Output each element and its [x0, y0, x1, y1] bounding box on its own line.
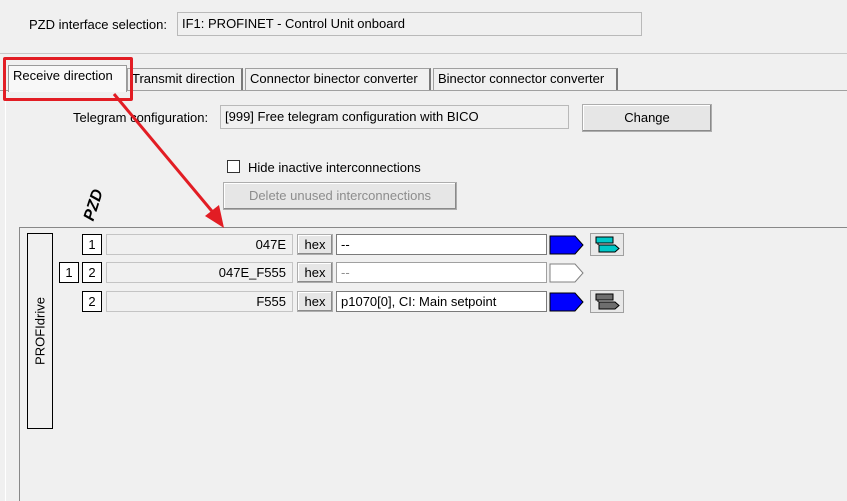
- telegram-config-label: Telegram configuration:: [73, 110, 209, 125]
- change-button[interactable]: Change: [582, 104, 712, 132]
- interconnect-arrow-icon[interactable]: [549, 262, 585, 284]
- interconnect-arrow-icon[interactable]: [549, 291, 585, 313]
- interconnect-arrow-icon[interactable]: [549, 234, 585, 256]
- pzd-interface-label: PZD interface selection:: [29, 17, 168, 32]
- pzd-value-field: 047E: [106, 234, 293, 255]
- pzd-outer-index-box: 1: [59, 262, 79, 283]
- parameter-field[interactable]: --: [336, 262, 547, 283]
- hex-button[interactable]: hex: [297, 291, 333, 312]
- receive-tab-highlight: [3, 57, 133, 101]
- pzd-value-field: F555: [106, 291, 293, 312]
- pzd-index-box: 2: [82, 291, 102, 312]
- bico-tool-button[interactable]: [590, 233, 624, 256]
- parameter-field[interactable]: --: [336, 234, 547, 255]
- parameter-field[interactable]: p1070[0], CI: Main setpoint: [336, 291, 547, 312]
- hide-inactive-label: Hide inactive interconnections: [248, 160, 421, 175]
- tab-transmit-direction[interactable]: Transmit direction: [127, 68, 243, 90]
- bico-gray-icon: [595, 293, 620, 310]
- bico-cyan-icon: [595, 236, 620, 253]
- telegram-config-field: [999] Free telegram configuration with B…: [220, 105, 569, 129]
- profidrive-label: PROFIdrive: [32, 297, 48, 365]
- header-divider: [0, 53, 847, 54]
- tab-connector-binector-converter[interactable]: Connector binector converter: [245, 68, 431, 90]
- pzd-value-field: 047E_F555: [106, 262, 293, 283]
- pzd-interface-field[interactable]: IF1: PROFINET - Control Unit onboard: [177, 12, 642, 36]
- pzd-index-box: 1: [82, 234, 102, 255]
- delete-unused-button[interactable]: Delete unused interconnections: [223, 182, 457, 210]
- pzd-column-header: PZD: [81, 187, 124, 228]
- bico-tool-button[interactable]: [590, 290, 624, 313]
- tab-binector-connector-converter[interactable]: Binector connector converter: [433, 68, 618, 90]
- hide-inactive-checkbox[interactable]: [227, 160, 240, 173]
- pzd-index-box: 2: [82, 262, 102, 283]
- hex-button[interactable]: hex: [297, 234, 333, 255]
- profidrive-box: PROFIdrive: [27, 233, 53, 429]
- hex-button[interactable]: hex: [297, 262, 333, 283]
